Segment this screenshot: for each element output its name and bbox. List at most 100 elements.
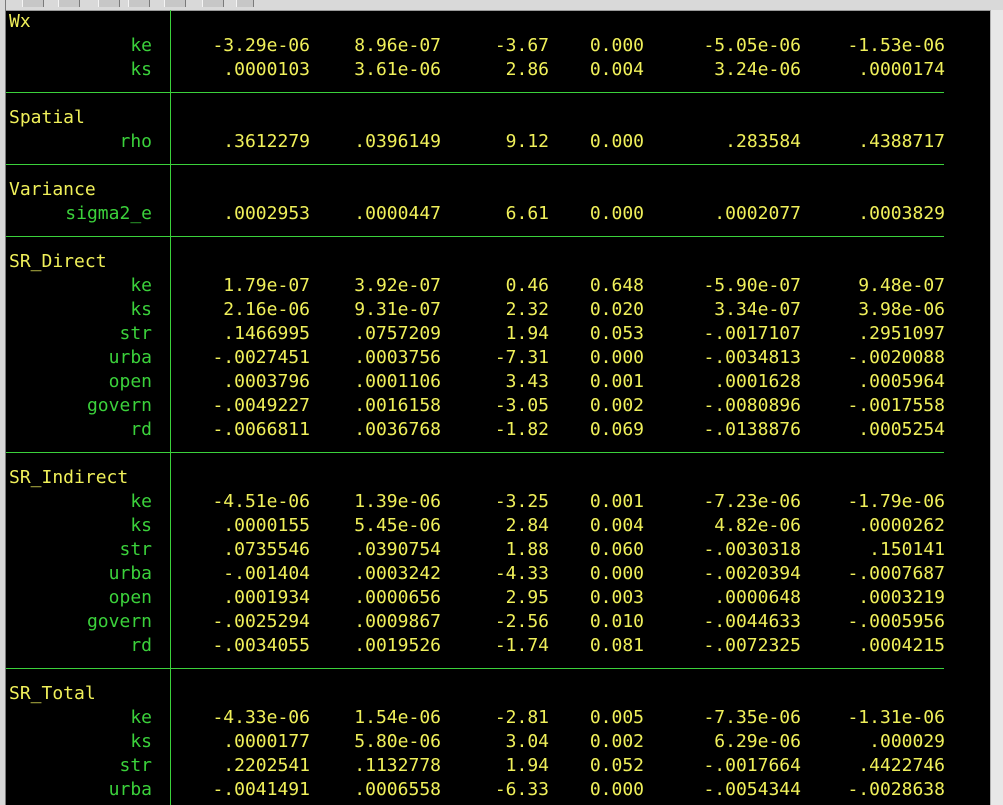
ci-upper-cell: -.0005956 [847, 611, 945, 632]
coefficient-cell: .0003796 [223, 371, 310, 392]
toolbar-button[interactable] [98, 0, 120, 7]
coefficient-cell: .0000103 [223, 59, 310, 80]
p-value-cell: 0.648 [589, 275, 644, 296]
coefficient-cell: 2.16e-06 [223, 299, 310, 320]
toolbar-button[interactable] [22, 0, 44, 7]
ci-upper-cell: .4388717 [858, 131, 945, 152]
ci-upper-cell: -.0007687 [847, 563, 945, 584]
ci-lower-cell: -.0034813 [703, 347, 801, 368]
coefficient-cell: -.001404 [223, 563, 310, 584]
ci-lower-cell: -5.90e-07 [703, 275, 801, 296]
ci-upper-cell: .0003219 [858, 587, 945, 608]
equation-label: Spatial [9, 107, 85, 128]
p-value-cell: 0.002 [589, 731, 644, 752]
coefficient-cell: .3612279 [223, 131, 310, 152]
coefficient-cell: -4.33e-06 [212, 707, 310, 728]
variable-name: ks [130, 59, 152, 80]
p-value-cell: 0.004 [589, 59, 644, 80]
coefficient-cell: .1466995 [223, 323, 310, 344]
coefficient-row: urba -.0041491 .0006558 -6.33 0.000 -.0054344… [6, 778, 990, 802]
variable-name: str [119, 323, 152, 344]
coefficient-cell: -.0041491 [212, 779, 310, 800]
ci-lower-cell: .0002077 [714, 203, 801, 224]
z-stat-cell: -2.56 [494, 611, 549, 632]
z-stat-cell: -2.81 [494, 707, 549, 728]
z-stat-cell: -1.74 [494, 635, 549, 656]
variable-name: urba [108, 563, 152, 584]
std-error-cell: .0757209 [354, 323, 441, 344]
coefficient-row: rd -.0066811 .0036768 -1.82 0.069 -.0138876 .0… [6, 418, 990, 442]
equation-label: SR_Total [9, 683, 96, 704]
ci-upper-cell: -.0017558 [847, 395, 945, 416]
z-stat-cell: -4.33 [494, 563, 549, 584]
coefficient-cell: .0000155 [223, 515, 310, 536]
coefficient-row: ks .0000177 5.80e-06 3.04 0.002 6.29e-06 .0000… [6, 730, 990, 754]
z-stat-cell: 2.84 [505, 515, 549, 536]
equation-header-row: Spatial [6, 106, 990, 130]
p-value-cell: 0.000 [589, 779, 644, 800]
ci-lower-cell: .0000648 [714, 587, 801, 608]
ci-lower-cell: -.0020394 [703, 563, 801, 584]
ci-upper-cell: .0004215 [858, 635, 945, 656]
coefficient-row: rho .3612279 .0396149 9.12 0.000 .283584 .4388… [6, 130, 990, 154]
coefficient-row: urba -.001404 .0003242 -4.33 0.000 -.0020394 -… [6, 562, 990, 586]
variable-name: urba [108, 779, 152, 800]
toolbar-button[interactable] [164, 0, 186, 7]
ci-upper-cell: -1.79e-06 [847, 491, 945, 512]
ci-upper-cell: -1.53e-06 [847, 35, 945, 56]
section-divider [6, 164, 944, 165]
z-stat-cell: 0.46 [505, 275, 549, 296]
ci-upper-cell: .0005254 [858, 419, 945, 440]
ci-upper-cell: .0000174 [858, 59, 945, 80]
toolbar-button[interactable] [236, 0, 254, 7]
section-divider [6, 92, 944, 93]
coefficient-row: rd -.0034055 .0019526 -1.74 0.081 -.0072325 .0… [6, 634, 990, 658]
coefficient-row: ks .0000103 3.61e-06 2.86 0.004 3.24e-06 .0000… [6, 58, 990, 82]
window-right-edge [990, 10, 1003, 805]
ci-upper-cell: -.0028638 [847, 779, 945, 800]
ci-lower-cell: .0001628 [714, 371, 801, 392]
z-stat-cell: -7.31 [494, 347, 549, 368]
coefficient-row: ke 1.79e-07 3.92e-07 0.46 0.648 -5.90e-07 9.48… [6, 274, 990, 298]
variable-name: sigma2_e [65, 203, 152, 224]
section-divider [6, 236, 944, 237]
equation-label: SR_Indirect [9, 467, 129, 488]
std-error-cell: .0001106 [354, 371, 441, 392]
toolbar-button[interactable] [202, 0, 224, 7]
variable-name: govern [86, 395, 152, 416]
z-stat-cell: -3.25 [494, 491, 549, 512]
ci-lower-cell: 6.29e-06 [714, 731, 801, 752]
std-error-cell: 5.80e-06 [354, 731, 441, 752]
p-value-cell: 0.020 [589, 299, 644, 320]
ci-upper-cell: -.0020088 [847, 347, 945, 368]
z-stat-cell: 3.43 [505, 371, 549, 392]
std-error-cell: .0036768 [354, 419, 441, 440]
variable-name: ke [130, 491, 152, 512]
z-stat-cell: -6.33 [494, 779, 549, 800]
coefficient-cell: .0001934 [223, 587, 310, 608]
p-value-cell: 0.069 [589, 419, 644, 440]
toolbar-button[interactable] [58, 0, 80, 7]
coefficient-row: sigma2_e .0002953 .0000447 6.61 0.000 .000207… [6, 202, 990, 226]
variable-name: rd [130, 635, 152, 656]
variable-name: open [108, 371, 152, 392]
p-value-cell: 0.081 [589, 635, 644, 656]
z-stat-cell: -3.67 [494, 35, 549, 56]
section-divider [6, 668, 944, 669]
coefficient-cell: 1.79e-07 [223, 275, 310, 296]
std-error-cell: .0016158 [354, 395, 441, 416]
std-error-cell: .0003242 [354, 563, 441, 584]
coefficient-row: str .1466995 .0757209 1.94 0.053 -.0017107 .29… [6, 322, 990, 346]
ci-lower-cell: 3.34e-07 [714, 299, 801, 320]
p-value-cell: 0.000 [589, 347, 644, 368]
ci-upper-cell: .2951097 [858, 323, 945, 344]
variable-name: ke [130, 275, 152, 296]
std-error-cell: 1.54e-06 [354, 707, 441, 728]
ci-lower-cell: -.0044633 [703, 611, 801, 632]
toolbar-button[interactable] [128, 0, 150, 7]
std-error-cell: .0390754 [354, 539, 441, 560]
std-error-cell: .0006558 [354, 779, 441, 800]
ci-upper-cell: .150141 [869, 539, 945, 560]
p-value-cell: 0.001 [589, 371, 644, 392]
p-value-cell: 0.001 [589, 491, 644, 512]
